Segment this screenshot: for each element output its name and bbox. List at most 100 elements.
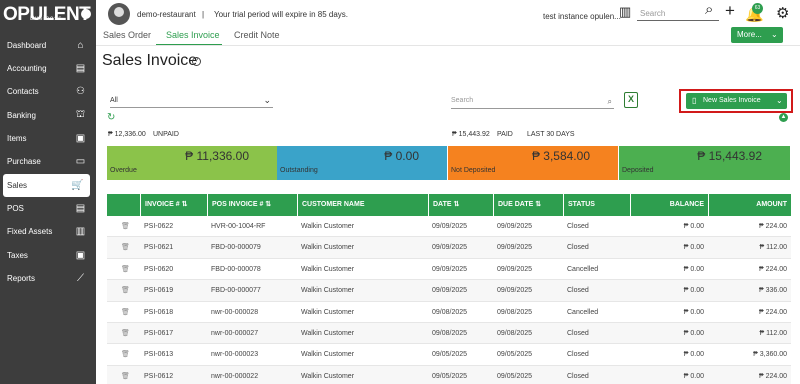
- collapse-up-icon[interactable]: ▲: [779, 113, 788, 122]
- cell-invoice-number[interactable]: PSI-0619: [140, 280, 207, 301]
- separator: |: [202, 10, 205, 19]
- trash-icon[interactable]: 🗑: [107, 344, 140, 365]
- cell-customer-name: Walkin Customer: [301, 308, 355, 316]
- header-date[interactable]: DATE ⇅: [428, 194, 493, 216]
- cell-invoice-number[interactable]: PSI-0621: [140, 237, 207, 258]
- cell-due-date: 09/09/2025: [497, 244, 533, 252]
- header-status: STATUS: [563, 194, 630, 216]
- cell-date: 09/05/2025: [432, 351, 468, 359]
- cell-due-date: 09/08/2025: [497, 329, 533, 337]
- table-row[interactable]: 🗑 PSI-0622 HVR-00-1004-RF Walkin Customer 09…: [107, 216, 791, 238]
- sidebar-item-fixed-assets[interactable]: Fixed Assets ▥: [0, 220, 96, 243]
- refresh-icon[interactable]: ↻: [107, 112, 115, 123]
- trash-icon[interactable]: 🗑: [107, 302, 140, 323]
- sidebar-item-label: Banking: [7, 111, 36, 120]
- table-row[interactable]: 🗑 PSI-0617 nwr-00-000027 Walkin Customer 09/…: [107, 322, 791, 345]
- cell-status: Closed: [567, 372, 589, 380]
- sidebar-item-accounting[interactable]: Accounting ▤: [0, 57, 96, 80]
- table-row[interactable]: 🗑 PSI-0612 nwr-00-000022 Walkin Customer 09/…: [107, 365, 791, 384]
- table-row[interactable]: 🗑 PSI-0620 FBD-00-000078 Walkin Customer 09/…: [107, 259, 791, 281]
- table-header: INVOICE # ⇅ POS INVOICE # ⇅ CUSTOMER NAME D…: [107, 194, 791, 216]
- cell-invoice-number[interactable]: PSI-0617: [140, 323, 207, 344]
- summary-card-deposited[interactable]: ₱ 15,443.92 Deposited: [619, 146, 790, 180]
- sidebar-item-sales[interactable]: Sales 🛒: [3, 174, 90, 197]
- summary-card-outstanding[interactable]: ₱ 0.00 Outstanding: [277, 146, 447, 180]
- trash-icon[interactable]: 🗑: [107, 216, 140, 237]
- receipt-icon: ▤: [75, 203, 86, 214]
- trash-icon[interactable]: 🗑: [107, 259, 140, 280]
- chevron-down-icon[interactable]: ⌄: [776, 96, 783, 105]
- tab-sales-order[interactable]: Sales Order: [103, 30, 151, 40]
- more-button[interactable]: More... ⌄: [731, 27, 783, 43]
- header-invoice-number[interactable]: INVOICE # ⇅: [140, 194, 207, 216]
- home-icon: ⌂: [77, 40, 84, 51]
- document-icon: ▯: [692, 96, 697, 105]
- trash-icon[interactable]: 🗑: [107, 366, 140, 384]
- trash-icon[interactable]: 🗑: [107, 280, 140, 301]
- cell-date: 09/09/2025: [432, 223, 468, 230]
- sidebar-item-label: POS: [7, 204, 24, 213]
- trash-icon[interactable]: 🗑: [107, 237, 140, 258]
- cell-status: Cancelled: [567, 308, 599, 316]
- sidebar-item-label: Fixed Assets: [7, 227, 53, 236]
- tab-credit-note[interactable]: Credit Note: [234, 30, 280, 40]
- cell-invoice-number[interactable]: PSI-0618: [140, 302, 207, 323]
- sidebar-item-purchase[interactable]: Purchase ▭: [0, 150, 96, 173]
- tab-sales-invoice[interactable]: Sales Invoice: [166, 30, 220, 40]
- sidebar-item-dashboard[interactable]: Dashboard ⌂: [0, 34, 96, 57]
- new-sales-invoice-button[interactable]: ▯ New Sales Invoice ⌄: [686, 93, 787, 109]
- status-filter-select[interactable]: All ⌄: [110, 95, 273, 108]
- summary-card-not-deposited[interactable]: ₱ 3,584.00 Not Deposited: [448, 146, 618, 180]
- sidebar: OPULENT Business Dashboard ⌂ Accounting ▤ Co…: [0, 0, 96, 384]
- table-row[interactable]: 🗑 PSI-0619 FBD-00-000077 Walkin Customer 09/…: [107, 280, 791, 302]
- search-icon[interactable]: ⌕: [705, 1, 713, 18]
- cell-balance: ₱ 0.00: [683, 329, 704, 337]
- sidebar-item-label: Taxes: [7, 251, 28, 260]
- card-icon: ▭: [75, 156, 86, 167]
- cell-customer-name: Walkin Customer: [301, 223, 355, 230]
- top-bar: demo-restaurant | Your trial period will…: [96, 0, 800, 30]
- sidebar-item-pos[interactable]: POS ▤: [0, 197, 96, 220]
- sidebar-item-reports[interactable]: Reports ⟋: [0, 267, 96, 290]
- sidebar-item-taxes[interactable]: Taxes ▣: [0, 244, 96, 267]
- header-due-date[interactable]: DUE DATE ⇅: [493, 194, 563, 216]
- cell-invoice-number[interactable]: PSI-0620: [140, 259, 207, 280]
- building-icon[interactable]: ▥: [619, 4, 631, 20]
- info-icon[interactable]: ?: [192, 57, 201, 66]
- cell-amount: ₱ 112.00: [759, 329, 787, 337]
- sidebar-item-label: Items: [7, 134, 27, 143]
- cell-invoice-number[interactable]: PSI-0613: [140, 344, 207, 365]
- table-row[interactable]: 🗑 PSI-0621 FBD-00-000079 Walkin Customer 09/…: [107, 237, 791, 259]
- sidebar-item-banking[interactable]: Banking ⛫: [0, 104, 96, 127]
- cell-due-date: 09/05/2025: [497, 372, 533, 380]
- sidebar-item-contacts[interactable]: Contacts ⚇: [0, 80, 96, 103]
- cell-invoice-number[interactable]: PSI-0622: [140, 216, 207, 237]
- sidebar-item-items[interactable]: Items ▣: [0, 127, 96, 150]
- cell-balance: ₱ 0.00: [683, 265, 704, 273]
- header-customer-name: CUSTOMER NAME: [297, 194, 428, 216]
- cell-status: Closed: [567, 329, 589, 337]
- summary-card-overdue[interactable]: ₱ 11,336.00 Overdue: [107, 146, 277, 180]
- cell-customer-name: Walkin Customer: [301, 244, 355, 252]
- table-row[interactable]: 🗑 PSI-0618 nwr-00-000028 Walkin Customer 09/…: [107, 302, 791, 323]
- cell-date: 09/08/2025: [432, 329, 468, 337]
- sidebar-toggle[interactable]: [81, 9, 91, 19]
- card-amount: ₱ 3,584.00: [531, 149, 590, 163]
- header-pos-invoice-number[interactable]: POS INVOICE # ⇅: [207, 194, 297, 216]
- user-name[interactable]: demo-restaurant: [137, 10, 196, 19]
- paid-amount: ₱ 15,443.92: [452, 131, 490, 138]
- table-row[interactable]: 🗑 PSI-0613 nwr-00-000023 Walkin Customer 09/…: [107, 344, 791, 366]
- cell-invoice-number[interactable]: PSI-0612: [140, 366, 207, 384]
- add-icon[interactable]: +: [725, 1, 735, 21]
- avatar[interactable]: [108, 3, 130, 25]
- gear-icon[interactable]: ⚙: [776, 4, 789, 22]
- trash-icon[interactable]: 🗑: [107, 323, 140, 344]
- sidebar-item-label: Sales: [7, 181, 28, 190]
- excel-export-icon[interactable]: X: [624, 92, 638, 108]
- wallet-icon: ▣: [75, 250, 86, 261]
- instance-name[interactable]: test instance opulen...: [543, 12, 621, 21]
- invoice-search-input[interactable]: Search ⌕: [451, 97, 614, 109]
- sidebar-item-label: Contacts: [7, 87, 39, 96]
- cell-customer-name: Walkin Customer: [301, 265, 355, 273]
- header-actions: [107, 194, 140, 216]
